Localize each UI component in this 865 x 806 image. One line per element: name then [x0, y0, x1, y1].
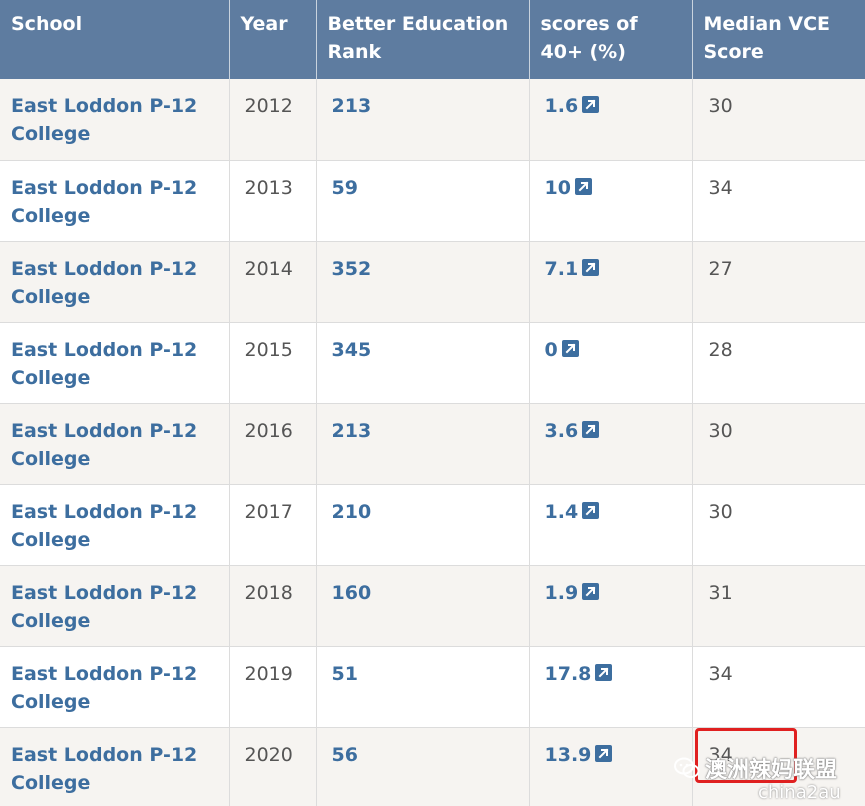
score-link[interactable]: 1.6 — [545, 95, 579, 117]
header-rank[interactable]: Better Education Rank — [316, 0, 530, 79]
rank-link[interactable]: 56 — [316, 727, 530, 806]
rank-link[interactable]: 160 — [316, 565, 530, 647]
watermark-sub: china2au — [758, 782, 841, 803]
median-cell: 30 — [692, 403, 865, 485]
median-cell: 31 — [692, 565, 865, 647]
year-cell: 2019 — [229, 646, 317, 728]
table-header-row: School Year Better Education Rank scores… — [0, 0, 865, 79]
header-median[interactable]: Median VCE Score — [692, 0, 865, 79]
school-link[interactable]: East Loddon P-12 College — [0, 565, 230, 647]
score-cell: 0 — [529, 322, 693, 404]
median-cell: 34 — [692, 646, 865, 728]
external-link-icon[interactable] — [582, 582, 600, 600]
school-link[interactable]: East Loddon P-12 College — [0, 160, 230, 242]
score-cell: 3.6 — [529, 403, 693, 485]
year-cell: 2012 — [229, 79, 317, 161]
table-row: East Loddon P-12 College 2017 210 1.4 30 — [0, 484, 865, 566]
watermark-text: 澳洲辣妈联盟 — [705, 758, 838, 783]
rank-link[interactable]: 210 — [316, 484, 530, 566]
watermark: 澳洲辣妈联盟 — [673, 752, 837, 784]
score-link[interactable]: 3.6 — [545, 420, 579, 442]
school-link[interactable]: East Loddon P-12 College — [0, 79, 230, 161]
score-link[interactable]: 1.9 — [545, 582, 579, 604]
external-link-icon[interactable] — [574, 177, 592, 195]
median-cell: 34 — [692, 160, 865, 242]
score-link[interactable]: 13.9 — [545, 744, 592, 766]
table-row: East Loddon P-12 College 2015 345 0 28 — [0, 322, 865, 404]
table-row: East Loddon P-12 College 2019 51 17.8 34 — [0, 646, 865, 728]
table-row: East Loddon P-12 College 2013 59 10 34 — [0, 160, 865, 242]
rank-link[interactable]: 352 — [316, 241, 530, 323]
header-score[interactable]: scores of 40+ (%) — [529, 0, 693, 79]
median-cell: 30 — [692, 484, 865, 566]
score-link[interactable]: 17.8 — [545, 663, 592, 685]
score-cell: 13.9 — [529, 727, 693, 806]
header-school[interactable]: School — [0, 0, 230, 79]
year-cell: 2016 — [229, 403, 317, 485]
table-row: East Loddon P-12 College 2018 160 1.9 31 — [0, 565, 865, 647]
median-cell: 27 — [692, 241, 865, 323]
median-cell: 28 — [692, 322, 865, 404]
external-link-icon[interactable] — [595, 744, 613, 762]
school-link[interactable]: East Loddon P-12 College — [0, 646, 230, 728]
score-cell: 7.1 — [529, 241, 693, 323]
median-cell: 30 — [692, 79, 865, 161]
score-cell: 10 — [529, 160, 693, 242]
external-link-icon[interactable] — [582, 96, 600, 113]
year-cell: 2014 — [229, 241, 317, 323]
school-results-table: School Year Better Education Rank scores… — [0, 0, 865, 806]
external-link-icon[interactable] — [561, 339, 579, 357]
year-cell: 2018 — [229, 565, 317, 647]
rank-link[interactable]: 345 — [316, 322, 530, 404]
external-link-icon[interactable] — [582, 258, 600, 276]
score-link[interactable]: 0 — [545, 339, 558, 361]
score-cell: 17.8 — [529, 646, 693, 728]
external-link-icon[interactable] — [582, 501, 600, 519]
year-cell: 2020 — [229, 727, 317, 806]
table-row: East Loddon P-12 College 2012 213 1.6 30 — [0, 79, 865, 161]
school-link[interactable]: East Loddon P-12 College — [0, 403, 230, 485]
external-link-icon[interactable] — [582, 420, 600, 438]
school-link[interactable]: East Loddon P-12 College — [0, 322, 230, 404]
rank-link[interactable]: 213 — [316, 79, 530, 161]
score-link[interactable]: 10 — [545, 177, 571, 199]
score-cell: 1.9 — [529, 565, 693, 647]
score-cell: 1.4 — [529, 484, 693, 566]
school-link[interactable]: East Loddon P-12 College — [0, 241, 230, 323]
score-cell: 1.6 — [529, 79, 693, 161]
year-cell: 2015 — [229, 322, 317, 404]
table-row: East Loddon P-12 College 2014 352 7.1 27 — [0, 241, 865, 323]
score-link[interactable]: 7.1 — [545, 258, 579, 280]
header-year[interactable]: Year — [229, 0, 317, 79]
school-link[interactable]: East Loddon P-12 College — [0, 484, 230, 566]
score-link[interactable]: 1.4 — [545, 501, 579, 523]
external-link-icon[interactable] — [595, 663, 613, 681]
rank-link[interactable]: 59 — [316, 160, 530, 242]
school-link[interactable]: East Loddon P-12 College — [0, 727, 230, 806]
rank-link[interactable]: 51 — [316, 646, 530, 728]
year-cell: 2013 — [229, 160, 317, 242]
year-cell: 2017 — [229, 484, 317, 566]
rank-link[interactable]: 213 — [316, 403, 530, 485]
table-row: East Loddon P-12 College 2016 213 3.6 30 — [0, 403, 865, 485]
wechat-icon — [673, 756, 701, 780]
